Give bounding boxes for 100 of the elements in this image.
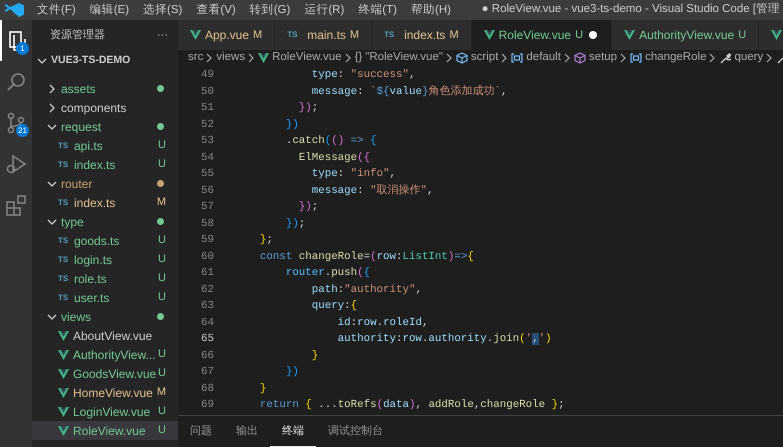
file-item[interactable]: AboutView.vue xyxy=(32,326,178,345)
file-item[interactable]: GoodsView.vue U xyxy=(32,364,178,383)
folder-item[interactable]: views xyxy=(32,307,178,326)
breadcrumb-item[interactable]: query xyxy=(719,50,764,66)
code-line: const changeRole=(row:ListInt)=>{ xyxy=(258,250,474,264)
editor-tab[interactable]: TS main.ts M xyxy=(275,20,372,50)
cube-icon xyxy=(456,52,468,64)
file-item[interactable]: LoginView.vue U xyxy=(32,402,178,421)
git-status: U xyxy=(158,138,167,154)
breadcrumb-item[interactable]: changeRole xyxy=(630,50,706,66)
line-number: 52 xyxy=(200,118,214,132)
panel-tab[interactable]: 终端 xyxy=(270,416,316,447)
menu-item[interactable]: 查看(V) xyxy=(189,0,243,20)
menu-item[interactable]: 文件(F) xyxy=(30,0,83,20)
chevron-right-icon xyxy=(620,53,628,63)
code-line: router.push({ xyxy=(284,266,370,281)
cube-icon xyxy=(574,52,586,64)
file-item[interactable]: RoleView.vue U xyxy=(32,421,178,440)
menu-item[interactable]: 选择(S) xyxy=(136,0,190,20)
chevron-down-icon xyxy=(36,56,48,66)
code-line: }) xyxy=(284,118,299,132)
breadcrumb-item[interactable]: setup xyxy=(574,50,618,66)
ts-file-icon: TS xyxy=(58,254,74,266)
file-item[interactable]: TS index.ts U xyxy=(32,155,178,174)
line-number: 50 xyxy=(200,84,214,100)
breadcrumb-item[interactable]: default xyxy=(511,50,561,66)
breadcrumb-item[interactable]: src xyxy=(188,50,204,66)
git-status: U xyxy=(158,423,167,438)
file-item[interactable]: TS index.ts M xyxy=(32,193,178,212)
editor-tab[interactable]: AuthorityView.vue U xyxy=(612,20,760,50)
code-line: }) xyxy=(284,365,299,380)
editor-tab[interactable]: RoleView.vue U xyxy=(472,20,612,50)
variable-icon xyxy=(511,52,524,64)
folder-item[interactable]: components xyxy=(32,98,178,117)
git-status: U xyxy=(158,233,167,248)
line-number: 61 xyxy=(200,266,214,281)
source-control-icon xyxy=(5,112,27,134)
panel-tab[interactable]: 问题 xyxy=(178,416,224,447)
file-item[interactable]: TS api.ts U xyxy=(32,136,178,155)
search-icon xyxy=(5,70,27,92)
chevron-right-icon xyxy=(564,53,571,63)
git-status: M xyxy=(253,28,262,43)
menu-item[interactable]: 运行(R) xyxy=(297,0,352,20)
git-status: U xyxy=(158,271,167,286)
code-line: type: "success", xyxy=(310,68,416,83)
menu-item[interactable]: 帮助(H) xyxy=(404,0,458,20)
folder-item[interactable]: request xyxy=(32,117,178,136)
ts-file-icon: TS xyxy=(384,29,400,41)
vue-icon xyxy=(58,368,69,378)
git-status: U xyxy=(158,404,167,420)
git-status: U xyxy=(158,290,167,306)
more-actions-button[interactable]: ··· xyxy=(157,26,168,44)
code-line: .catch(() => { xyxy=(284,134,377,149)
panel-tab[interactable]: 调试控制台 xyxy=(316,416,395,447)
ts-file-icon: TS xyxy=(58,272,74,284)
menu-item[interactable]: 终端(T) xyxy=(351,0,404,20)
vue-icon xyxy=(484,30,495,40)
code-line: }; xyxy=(258,233,273,248)
code-line: path:"authority", xyxy=(310,282,422,298)
ts-file-icon: TS xyxy=(287,29,304,41)
ts-file-icon: TS xyxy=(58,196,74,208)
source-control-button[interactable]: 21 xyxy=(0,102,32,143)
file-item[interactable]: TS login.ts U xyxy=(32,250,178,269)
chevron-right-icon xyxy=(446,53,453,63)
breadcrumb-item[interactable]: script xyxy=(456,50,498,66)
panel-tab[interactable]: 输出 xyxy=(224,416,270,447)
folder-item[interactable]: router xyxy=(32,174,178,193)
extensions-icon xyxy=(5,194,27,216)
file-item[interactable]: AuthorityView... U xyxy=(32,345,178,364)
count-badge: 21 xyxy=(16,124,29,137)
file-item[interactable]: TS role.ts U xyxy=(32,269,178,288)
git-status: M xyxy=(156,195,167,210)
line-number: 56 xyxy=(200,184,214,198)
vue-icon xyxy=(58,330,69,340)
vue-icon xyxy=(624,30,636,40)
file-item[interactable]: HomeView.vue M xyxy=(32,383,178,402)
line-number: 58 xyxy=(200,216,214,232)
editor-tab[interactable]: App.vue M xyxy=(178,20,276,50)
git-status: U xyxy=(158,157,167,172)
breadcrumb-item[interactable]: RoleView.vue xyxy=(258,50,342,66)
editor-tab[interactable]: TS index.ts M xyxy=(372,20,472,50)
chevron-down-icon xyxy=(46,122,58,132)
vue-icon xyxy=(58,388,69,398)
folder-item[interactable]: type xyxy=(32,212,178,231)
breadcrumb-item[interactable]: views xyxy=(216,50,246,66)
project-root[interactable]: VUE3-TS-DEMO xyxy=(32,51,178,70)
code-line: }); xyxy=(284,216,306,232)
folder-item[interactable]: assets xyxy=(32,79,178,98)
code-line: authority:row.authority.join(',') xyxy=(336,332,552,347)
menu-item[interactable]: 转到(G) xyxy=(242,0,298,20)
file-item[interactable]: TS user.ts U xyxy=(32,288,178,307)
chevron-right-icon xyxy=(501,53,508,63)
file-item[interactable]: TS goods.ts U xyxy=(32,231,178,250)
code-line: }); xyxy=(298,101,318,116)
chevron-down-icon xyxy=(46,312,58,322)
line-number: 65 xyxy=(200,332,214,347)
breadcrumb-item[interactable]: {} "RoleView.vue" xyxy=(354,50,443,66)
vue-icon xyxy=(58,426,69,436)
menu-item[interactable]: 编辑(E) xyxy=(82,0,136,20)
line-number: 64 xyxy=(200,316,214,330)
